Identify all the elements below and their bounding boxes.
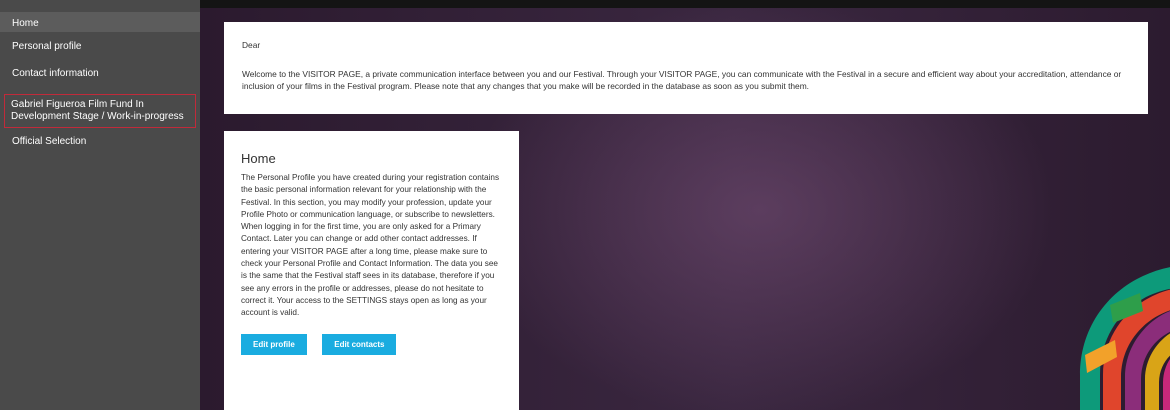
edit-contacts-button[interactable]: Edit contacts [322,333,397,355]
sidebar: Home Personal profile Contact informatio… [0,0,200,410]
main-area: Dear Welcome to the VISITOR PAGE, a priv… [200,0,1170,410]
sidebar-item-official-selection[interactable]: Official Selection [0,130,200,154]
card-title: Home [241,151,276,166]
welcome-text: Welcome to the VISITOR PAGE, a private c… [242,69,1122,91]
greeting-text: Dear [242,40,261,50]
edit-profile-button[interactable]: Edit profile [241,333,307,355]
sidebar-item-contact-information[interactable]: Contact information [0,62,200,86]
festival-logo-graphic [1080,267,1170,410]
card-actions: Edit profile Edit contacts [241,333,501,355]
top-bar [200,0,1170,8]
sidebar-item-home[interactable]: Home [0,12,200,32]
card-body: The Personal Profile you have created du… [241,173,500,318]
welcome-panel: Dear Welcome to the VISITOR PAGE, a priv… [224,22,1148,114]
sidebar-item-personal-profile[interactable]: Personal profile [0,35,200,59]
home-card: Home The Personal Profile you have creat… [224,131,519,410]
sidebar-item-film-fund[interactable]: Gabriel Figueroa Film Fund In Developmen… [4,94,196,128]
